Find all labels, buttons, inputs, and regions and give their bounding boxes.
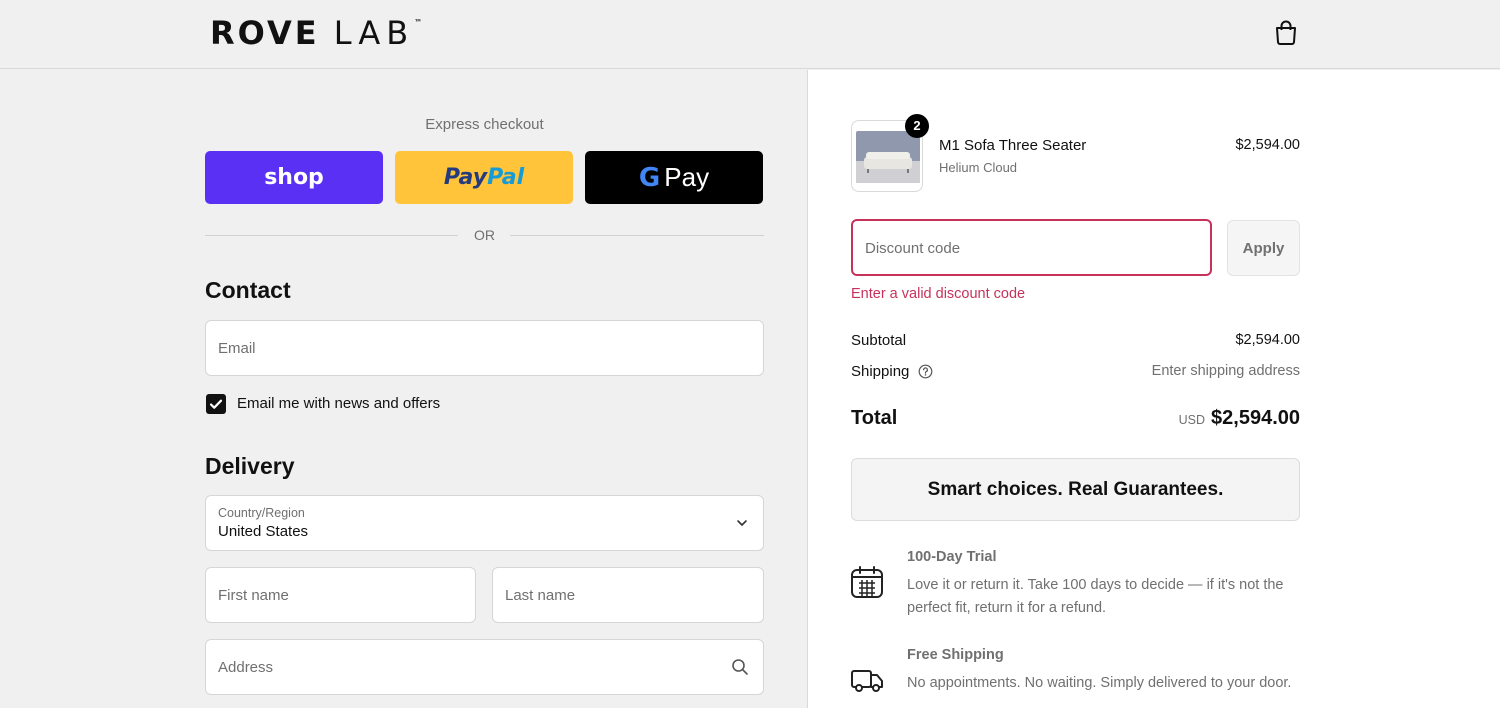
quantity-badge: 2 bbox=[905, 114, 929, 138]
delivery-heading: Delivery bbox=[205, 453, 295, 479]
total-label: Total bbox=[851, 407, 898, 429]
checkout-form: Express checkout shop Pay Pal G Pay OR Co… bbox=[0, 70, 807, 708]
truck-icon bbox=[851, 670, 883, 692]
or-divider: OR bbox=[205, 226, 764, 244]
shop-pay-button[interactable]: shop bbox=[205, 151, 383, 204]
logo-secondary: LAB bbox=[333, 14, 415, 52]
feature-description: Love it or return it. Take 100 days to d… bbox=[907, 577, 1284, 616]
newsletter-checkbox[interactable] bbox=[206, 394, 226, 414]
feature-description: No appointments. No waiting. Simply deli… bbox=[907, 675, 1292, 691]
google-pay-button[interactable]: G Pay bbox=[585, 151, 763, 204]
or-label: OR bbox=[474, 227, 495, 243]
guarantee-banner-text: Smart choices. Real Guarantees. bbox=[927, 478, 1224, 500]
checkmark-icon bbox=[209, 399, 223, 409]
product-variant: Helium Cloud bbox=[939, 160, 1018, 175]
feature-title: 100-Day Trial bbox=[907, 549, 997, 565]
apply-discount-button[interactable]: Apply bbox=[1227, 220, 1300, 276]
shipping-label: Shipping bbox=[851, 363, 910, 380]
shopping-bag-icon[interactable] bbox=[1274, 19, 1298, 45]
shop-pay-label: shop bbox=[264, 165, 324, 190]
last-name-field[interactable]: Last name bbox=[492, 567, 764, 623]
country-select[interactable]: Country/Region United States bbox=[205, 495, 764, 551]
subtotal-label: Subtotal bbox=[851, 332, 907, 349]
subtotal-value: $2,594.00 bbox=[1235, 332, 1300, 348]
chevron-down-icon bbox=[737, 520, 747, 526]
discount-error-message: Enter a valid discount code bbox=[851, 286, 1026, 302]
store-logo[interactable]: ROVE LAB™ bbox=[210, 14, 422, 52]
address-field[interactable]: Address bbox=[205, 639, 764, 695]
total-value: $2,594.00 bbox=[1211, 407, 1300, 429]
feature-title: Free Shipping bbox=[907, 647, 1004, 663]
discount-code-field[interactable]: Discount code bbox=[851, 219, 1212, 276]
guarantee-banner: Smart choices. Real Guarantees. bbox=[851, 458, 1300, 521]
email-placeholder: Email bbox=[218, 340, 256, 357]
paypal-label-pal: Pal bbox=[487, 165, 525, 190]
search-icon[interactable] bbox=[731, 658, 749, 676]
country-label: Country/Region bbox=[218, 506, 305, 520]
paypal-button[interactable]: Pay Pal bbox=[395, 151, 573, 204]
last-name-placeholder: Last name bbox=[505, 587, 576, 604]
email-field[interactable]: Email bbox=[205, 320, 764, 376]
discount-placeholder: Discount code bbox=[865, 240, 961, 257]
country-value: United States bbox=[218, 523, 309, 540]
logo-trademark: ™ bbox=[414, 18, 423, 27]
apply-label: Apply bbox=[1242, 239, 1285, 257]
address-placeholder: Address bbox=[218, 659, 274, 676]
order-summary: 2 M1 Sofa Three Seater Helium Cloud $2,5… bbox=[807, 70, 1500, 708]
google-g-icon: G bbox=[638, 162, 661, 193]
first-name-field[interactable]: First name bbox=[205, 567, 476, 623]
first-name-placeholder: First name bbox=[218, 587, 289, 604]
product-name: M1 Sofa Three Seater bbox=[939, 137, 1087, 154]
google-pay-label: Pay bbox=[664, 162, 710, 192]
shipping-value: Enter shipping address bbox=[1151, 363, 1300, 379]
newsletter-label: Email me with news and offers bbox=[237, 395, 441, 412]
logo-main: ROVE bbox=[210, 14, 320, 52]
contact-heading: Contact bbox=[205, 277, 291, 303]
calendar-icon bbox=[851, 566, 883, 598]
question-circle-icon[interactable] bbox=[918, 364, 933, 379]
currency-code: USD bbox=[1178, 413, 1206, 427]
product-price: $2,594.00 bbox=[1235, 137, 1300, 153]
total-amount: USD $2,594.00 bbox=[1179, 407, 1300, 430]
paypal-label-pay: Pay bbox=[443, 165, 488, 190]
header: ROVE LAB™ bbox=[0, 0, 1500, 69]
express-checkout-title: Express checkout bbox=[425, 116, 544, 133]
